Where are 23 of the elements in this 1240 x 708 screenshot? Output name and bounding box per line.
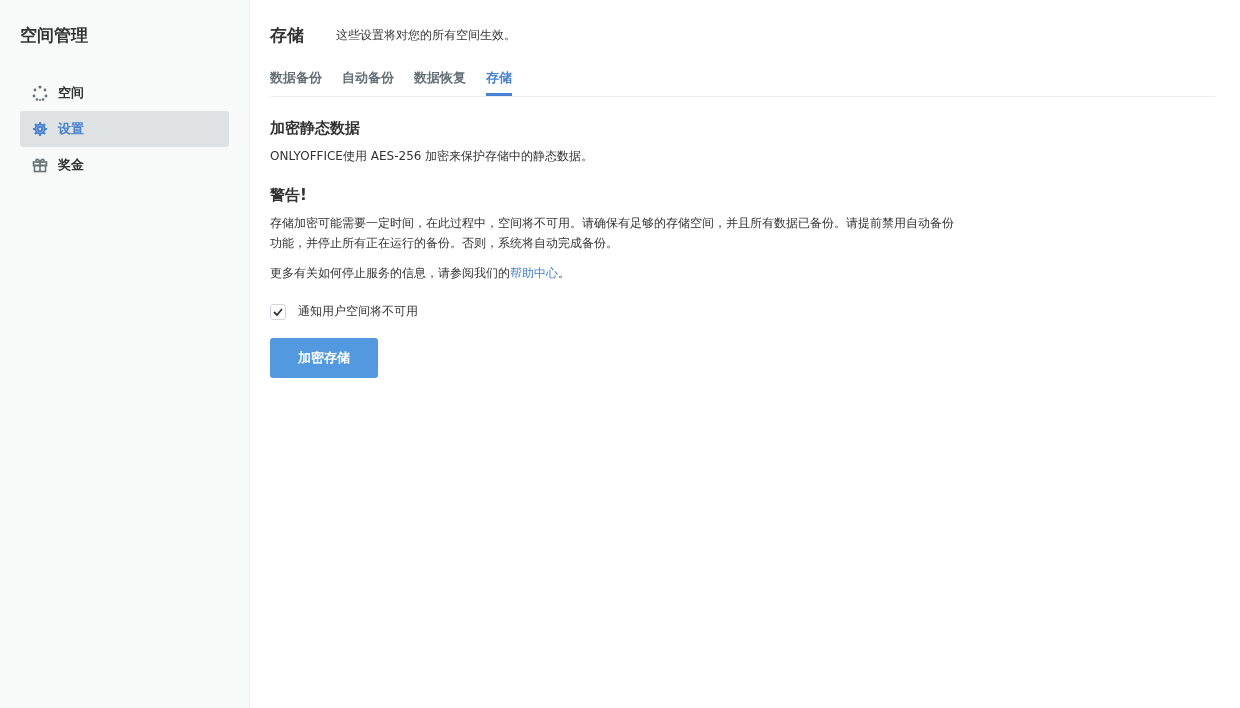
- warning-heading: 警告!: [270, 186, 308, 205]
- section-heading: 加密静态数据: [270, 119, 361, 138]
- checkbox-label: 通知用户空间将不可用: [298, 303, 418, 320]
- sidebar-item[interactable]: 空间: [20, 75, 229, 111]
- page-subtitle: 这些设置将对您的所有空间生效。: [336, 27, 516, 44]
- tab[interactable]: 存储: [486, 69, 512, 96]
- tab[interactable]: 数据备份: [270, 69, 322, 96]
- checkbox[interactable]: [270, 303, 286, 320]
- sidebar-item[interactable]: 奖金: [20, 147, 229, 183]
- sidebar-title: 空间管理: [20, 24, 89, 47]
- gift-icon: [32, 157, 48, 173]
- sidebar-item[interactable]: 设置: [20, 111, 229, 147]
- page-title: 存储: [270, 24, 304, 47]
- section-description: ONLYOFFICE使用 AES-256 加密来保护存储中的静态数据。: [270, 148, 595, 165]
- check-icon: [273, 307, 283, 316]
- tab[interactable]: 数据恢复: [414, 69, 466, 96]
- rooms-icon: [32, 85, 48, 101]
- info-text: 更多有关如何停止服务的信息，请参阅我们的帮助中心。: [270, 265, 571, 282]
- tab[interactable]: 自动备份: [342, 69, 394, 96]
- help-center-link[interactable]: 帮助中心: [510, 266, 558, 280]
- warning-text: 存储加密可能需要一定时间，在此过程中，空间将不可用。请确保有足够的存储空间，并且所有数据已备份。请提前禁用自动备份功能，并停止所有正在运行的备份。否则，系统将自动完成备份。: [270, 215, 955, 252]
- settings-icon: [32, 121, 48, 137]
- encrypt-storage-button[interactable]: 加密存储: [270, 338, 378, 378]
